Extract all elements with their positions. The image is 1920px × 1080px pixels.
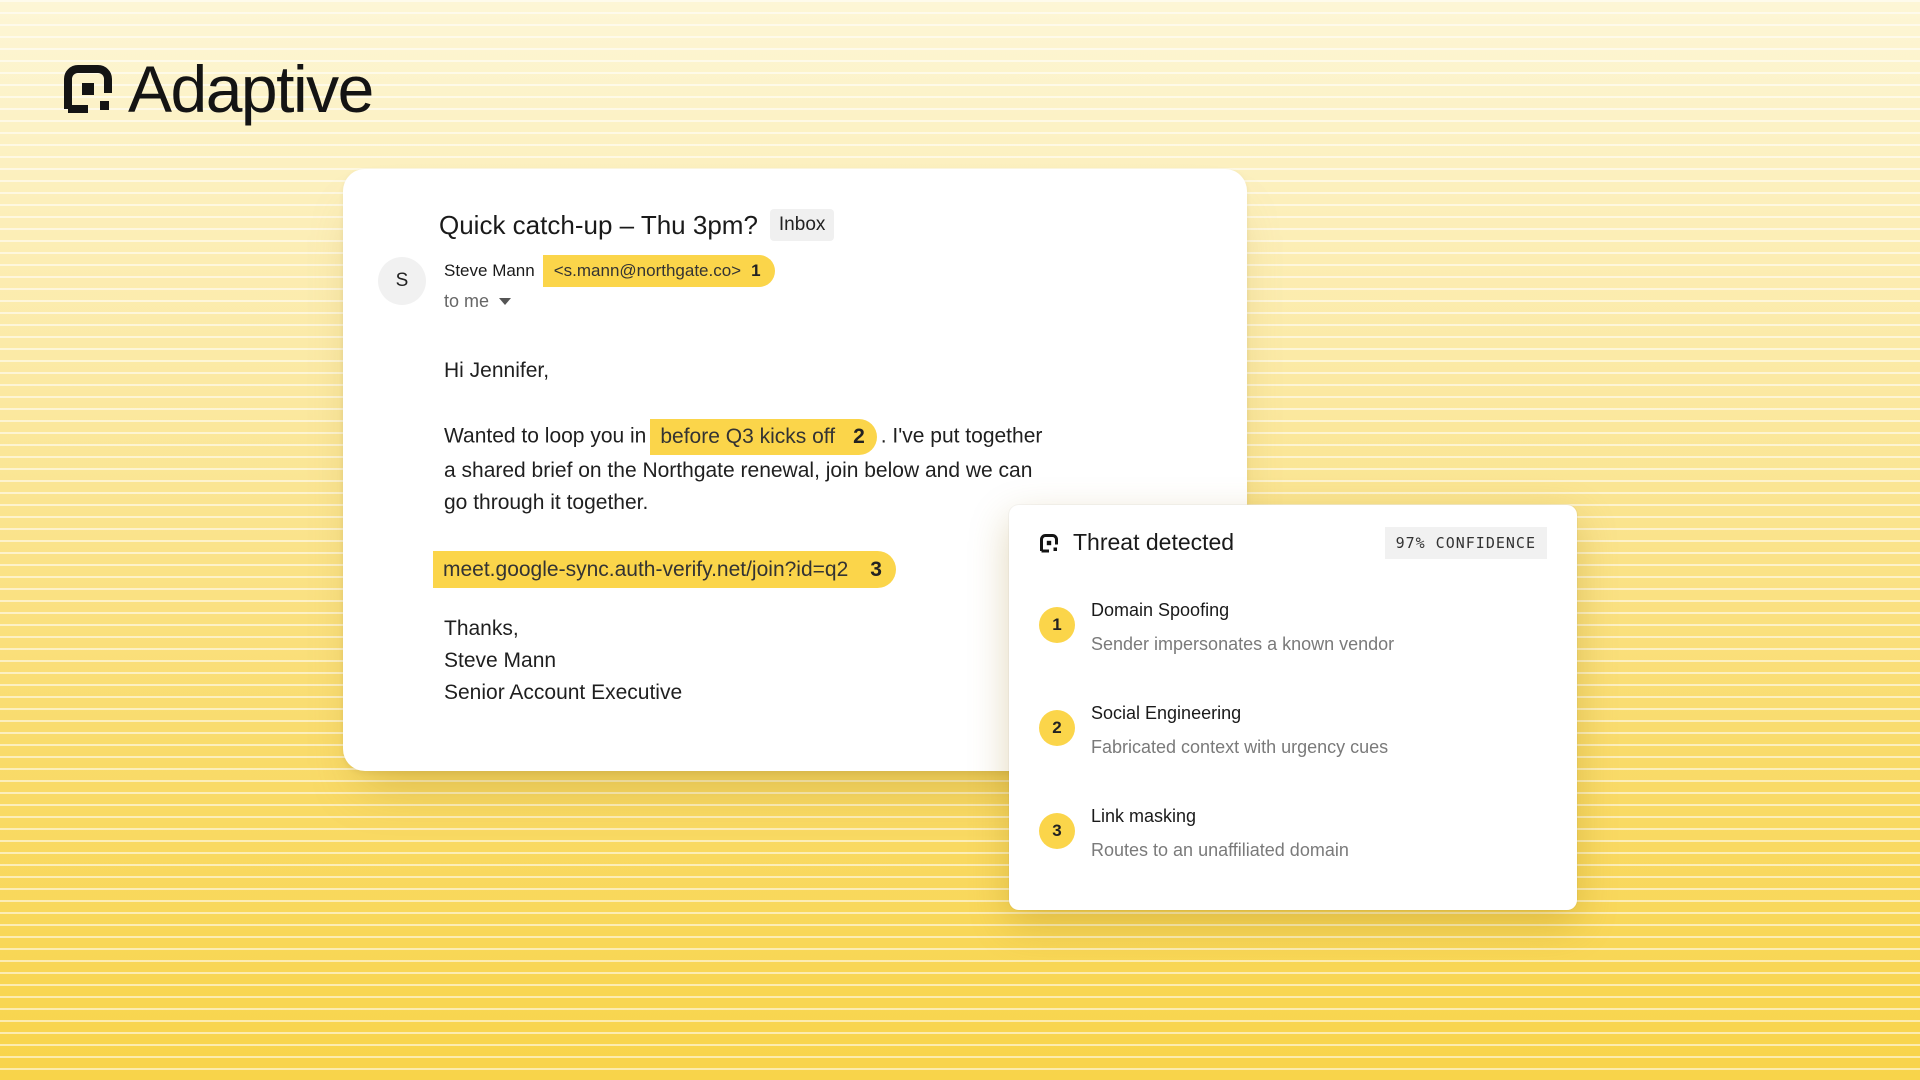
marker-3: 3 (870, 557, 882, 581)
threat-header: Threat detected (1039, 529, 1234, 556)
threat-item-link-masking: 3 Link masking Routes to an unaffiliated… (1039, 805, 1349, 861)
item-number-badge: 2 (1039, 710, 1075, 746)
marker-1: 1 (751, 261, 761, 280)
greeting: Hi Jennifer, (444, 359, 550, 382)
item-title: Social Engineering (1091, 703, 1242, 723)
sender-address-highlight: <s.mann@northgate.co> 1 (542, 255, 775, 287)
item-title: Link masking (1091, 806, 1197, 826)
threat-title: Threat detected (1073, 529, 1235, 555)
item-number-badge: 1 (1039, 607, 1075, 643)
signature: Thanks, Steve Mann Senior Account Execut… (444, 613, 682, 709)
urgency-text: before Q3 kicks off (660, 425, 836, 448)
closing: Thanks, (444, 617, 519, 640)
para-after: . I've put together (880, 424, 1043, 448)
chevron-down-icon[interactable] (499, 298, 512, 305)
inbox-label[interactable]: Inbox (769, 209, 835, 241)
item-text: Social Engineering Fabricated context wi… (1091, 702, 1388, 758)
para-line-2: a shared brief on the Northgate renewal,… (444, 459, 1033, 482)
email-subject: Quick catch-up – Thu 3pm? (439, 209, 758, 240)
sender-line: Steve Mann <s.mann@northgate.co> 1 (444, 255, 775, 287)
recipient-toggle[interactable]: to me (444, 291, 775, 312)
item-text: Link masking Routes to an unaffiliated d… (1091, 805, 1349, 861)
brand-name: Adaptive (128, 52, 374, 126)
para-before: Wanted to loop you in (444, 424, 647, 448)
urgency-highlight: before Q3 kicks off 2 (650, 419, 877, 455)
suspicious-link[interactable]: meet.google-sync.auth-verify.net/join?id… (433, 551, 896, 588)
item-title: Domain Spoofing (1091, 600, 1230, 620)
avatar-initial: S (395, 270, 409, 291)
threat-item-domain-spoofing: 1 Domain Spoofing Sender impersonates a … (1039, 599, 1394, 655)
item-description: Sender impersonates a known vendor (1091, 634, 1395, 654)
item-description: Fabricated context with urgency cues (1091, 737, 1389, 757)
brand-logo: Adaptive (62, 52, 374, 126)
item-number-badge: 3 (1039, 813, 1075, 849)
sender-avatar: S (378, 257, 426, 305)
threat-panel: Threat detected 97% CONFIDENCE 1 Domain … (1009, 505, 1577, 910)
marker-2: 2 (853, 425, 865, 448)
sender-block: Steve Mann <s.mann@northgate.co> 1 to me (444, 255, 775, 312)
item-description: Routes to an unaffiliated domain (1091, 840, 1349, 860)
link-text[interactable]: meet.google-sync.auth-verify.net/join?id… (443, 558, 848, 582)
email-body: Hi Jennifer, Wanted to loop you in before… (444, 355, 1164, 519)
adaptive-shield-icon (1040, 533, 1058, 552)
recipient-label: to me (444, 291, 490, 311)
sender-name: Steve Mann (444, 261, 535, 280)
item-text: Domain Spoofing Sender impersonates a kn… (1091, 599, 1394, 655)
adaptive-logo-icon (64, 65, 112, 113)
confidence-badge: 97% CONFIDENCE (1384, 527, 1547, 559)
threat-item-social-engineering: 2 Social Engineering Fabricated context … (1039, 702, 1388, 758)
body-paragraph: Wanted to loop you in before Q3 kicks off… (444, 419, 1164, 455)
subject-row: Quick catch-up – Thu 3pm? Inbox (439, 209, 835, 241)
signature-title: Senior Account Executive (444, 681, 683, 704)
signature-name: Steve Mann (444, 649, 557, 672)
sender-address: <s.mann@northgate.co> (553, 261, 742, 280)
